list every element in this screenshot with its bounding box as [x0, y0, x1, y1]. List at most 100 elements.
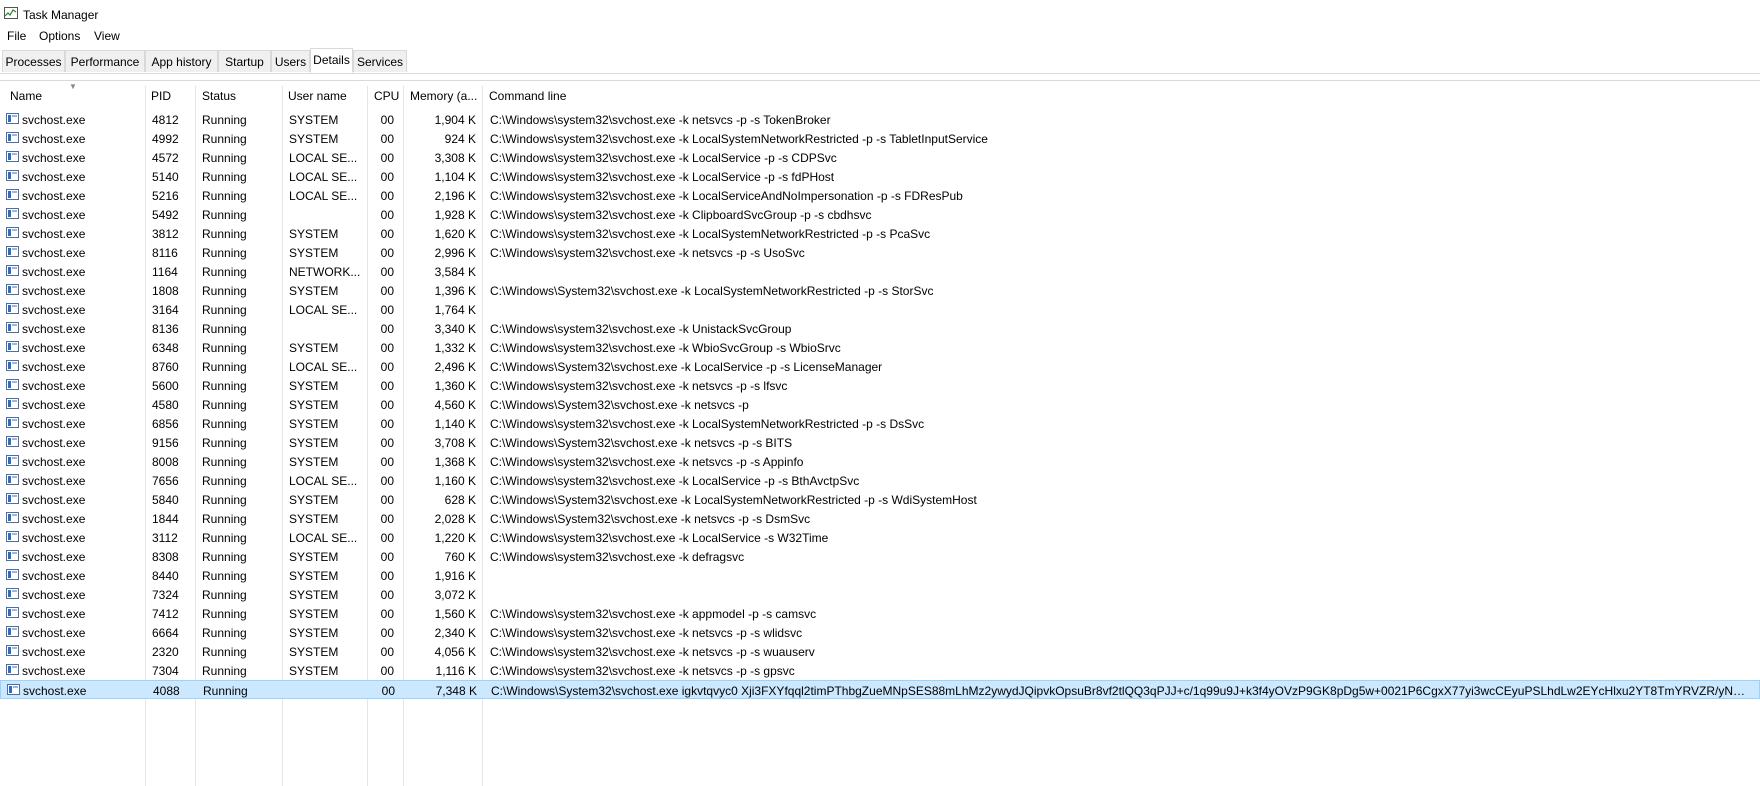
table-row[interactable]: svchost.exe 8136 Running 00 3,340 K C:\Window… — [0, 319, 1760, 338]
process-cpu: 00 — [380, 512, 394, 526]
process-cpu: 00 — [380, 607, 394, 621]
process-command-line: C:\Windows\system32\svchost.exe -k Clipb… — [490, 208, 872, 222]
table-row[interactable]: svchost.exe 7412 Running SYSTEM 00 1,560 K C:\… — [0, 604, 1760, 623]
process-status: Running — [202, 113, 247, 127]
process-user-name: SYSTEM — [289, 436, 339, 450]
process-pid: 1164 — [152, 265, 178, 279]
process-status: Running — [202, 417, 247, 431]
tab-services[interactable]: Services — [353, 50, 407, 72]
process-icon — [6, 151, 19, 162]
process-pid: 7656 — [152, 474, 179, 488]
process-icon — [6, 493, 19, 504]
process-status: Running — [202, 474, 247, 488]
tab-app-history[interactable]: App history — [145, 50, 218, 72]
process-command-line: C:\Windows\system32\svchost.exe -k Local… — [490, 417, 925, 431]
table-row[interactable]: svchost.exe 3112 Running LOCAL SE... 00 1,220… — [0, 528, 1760, 547]
table-row[interactable]: svchost.exe 4812 Running SYSTEM 00 1,904 K C:\… — [0, 110, 1760, 129]
column-command-line[interactable]: Command line — [489, 89, 566, 103]
table-row[interactable]: svchost.exe 1808 Running SYSTEM 00 1,396 K C:\… — [0, 281, 1760, 300]
process-icon — [6, 455, 19, 466]
column-header: ▼ Name PID Status User name CPU Memory (… — [0, 82, 1760, 786]
menu-file[interactable]: File — [7, 29, 26, 43]
process-user-name: LOCAL SE... — [289, 360, 358, 374]
process-status: Running — [203, 684, 248, 698]
process-pid: 3812 — [152, 227, 179, 241]
table-row[interactable]: svchost.exe 5140 Running LOCAL SE... 00 1,104… — [0, 167, 1760, 186]
table-row[interactable]: svchost.exe 5216 Running LOCAL SE... 00 2,196… — [0, 186, 1760, 205]
process-icon — [6, 512, 19, 523]
process-cpu: 00 — [380, 189, 394, 203]
process-user-name: LOCAL SE... — [289, 531, 358, 545]
process-status: Running — [202, 322, 247, 336]
process-memory: 3,308 K — [434, 151, 476, 165]
table-row[interactable]: svchost.exe 6664 Running SYSTEM 00 2,340 K C:\… — [0, 623, 1760, 642]
column-cpu[interactable]: CPU — [374, 89, 399, 103]
table-row[interactable]: svchost.exe 7656 Running LOCAL SE... 00 1,160… — [0, 471, 1760, 490]
tab-processes[interactable]: Processes — [2, 50, 65, 72]
process-pid: 8308 — [152, 550, 179, 564]
process-memory: 1,620 K — [434, 227, 476, 241]
process-pid: 5840 — [152, 493, 179, 507]
table-row[interactable]: svchost.exe 7304 Running SYSTEM 00 1,116 K C:\… — [0, 661, 1760, 680]
process-pid: 1844 — [152, 512, 179, 526]
process-cpu: 00 — [380, 474, 394, 488]
process-cpu: 00 — [380, 227, 394, 241]
column-memory[interactable]: Memory (a... — [410, 89, 477, 103]
process-pid: 9156 — [152, 436, 179, 450]
table-row[interactable]: svchost.exe 7324 Running SYSTEM 00 3,072 K — [0, 585, 1760, 604]
table-row[interactable]: svchost.exe 8760 Running LOCAL SE... 00 2,496… — [0, 357, 1760, 376]
table-row[interactable]: svchost.exe 8440 Running SYSTEM 00 1,916 K — [0, 566, 1760, 585]
table-row[interactable]: svchost.exe 4088 Running 00 7,348 K C:\Window… — [0, 680, 1760, 699]
table-row[interactable]: svchost.exe 4572 Running LOCAL SE... 00 3,308… — [0, 148, 1760, 167]
table-row[interactable]: svchost.exe 5492 Running 00 1,928 K C:\Window… — [0, 205, 1760, 224]
table-row[interactable]: svchost.exe 8308 Running SYSTEM 00 760 K C:\Wi… — [0, 547, 1760, 566]
process-pid: 7324 — [152, 588, 179, 602]
menu-view[interactable]: View — [94, 29, 120, 43]
process-icon — [6, 246, 19, 257]
process-icon — [6, 113, 19, 124]
table-row[interactable]: svchost.exe 5840 Running SYSTEM 00 628 K C:\Wi… — [0, 490, 1760, 509]
process-user-name: SYSTEM — [289, 493, 339, 507]
tab-performance[interactable]: Performance — [65, 50, 145, 72]
table-row[interactable]: svchost.exe 6856 Running SYSTEM 00 1,140 K C:\… — [0, 414, 1760, 433]
process-name: svchost.exe — [22, 322, 86, 336]
process-icon — [6, 531, 19, 542]
column-name[interactable]: Name — [10, 89, 42, 103]
process-memory: 7,348 K — [435, 684, 477, 698]
table-row[interactable]: svchost.exe 3812 Running SYSTEM 00 1,620 K C:\… — [0, 224, 1760, 243]
tab-details[interactable]: Details — [310, 48, 353, 73]
process-icon — [6, 398, 19, 409]
process-status: Running — [202, 588, 247, 602]
table-row[interactable]: svchost.exe 4580 Running SYSTEM 00 4,560 K C:\… — [0, 395, 1760, 414]
process-user-name: SYSTEM — [289, 284, 339, 298]
table-row[interactable]: svchost.exe 6348 Running SYSTEM 00 1,332 K C:\… — [0, 338, 1760, 357]
table-row[interactable]: svchost.exe 1844 Running SYSTEM 00 2,028 K C:\… — [0, 509, 1760, 528]
table-row[interactable]: svchost.exe 5600 Running SYSTEM 00 1,360 K C:\… — [0, 376, 1760, 395]
process-memory: 1,116 K — [435, 664, 476, 678]
process-memory: 924 K — [444, 132, 476, 146]
process-cpu: 00 — [380, 398, 394, 412]
process-command-line: C:\Windows\system32\svchost.exe -k WbioS… — [490, 341, 841, 355]
table-row[interactable]: svchost.exe 8008 Running SYSTEM 00 1,368 K C:\… — [0, 452, 1760, 471]
table-row[interactable]: svchost.exe 2320 Running SYSTEM 00 4,056 K C:\… — [0, 642, 1760, 661]
process-command-line: C:\Windows\system32\svchost.exe -k netsv… — [490, 455, 804, 469]
column-status[interactable]: Status — [202, 89, 236, 103]
process-pid: 4088 — [153, 684, 180, 698]
menu-options[interactable]: Options — [39, 29, 80, 43]
process-cpu: 00 — [380, 151, 394, 165]
process-cpu: 00 — [380, 569, 394, 583]
table-row[interactable]: svchost.exe 1164 Running NETWORK... 00 3,584 … — [0, 262, 1760, 281]
process-name: svchost.exe — [22, 265, 86, 279]
table-row[interactable]: svchost.exe 4992 Running SYSTEM 00 924 K C:\Wi… — [0, 129, 1760, 148]
tab-users[interactable]: Users — [271, 50, 310, 72]
tab-startup[interactable]: Startup — [218, 50, 271, 72]
process-name: svchost.exe — [22, 246, 86, 260]
column-user-name[interactable]: User name — [288, 89, 347, 103]
process-memory: 2,196 K — [434, 189, 476, 203]
process-user-name: LOCAL SE... — [289, 151, 358, 165]
table-row[interactable]: svchost.exe 8116 Running SYSTEM 00 2,996 K C:\… — [0, 243, 1760, 262]
process-status: Running — [202, 569, 247, 583]
column-pid[interactable]: PID — [151, 89, 171, 103]
table-row[interactable]: svchost.exe 9156 Running SYSTEM 00 3,708 K C:\… — [0, 433, 1760, 452]
table-row[interactable]: svchost.exe 3164 Running LOCAL SE... 00 1,764… — [0, 300, 1760, 319]
